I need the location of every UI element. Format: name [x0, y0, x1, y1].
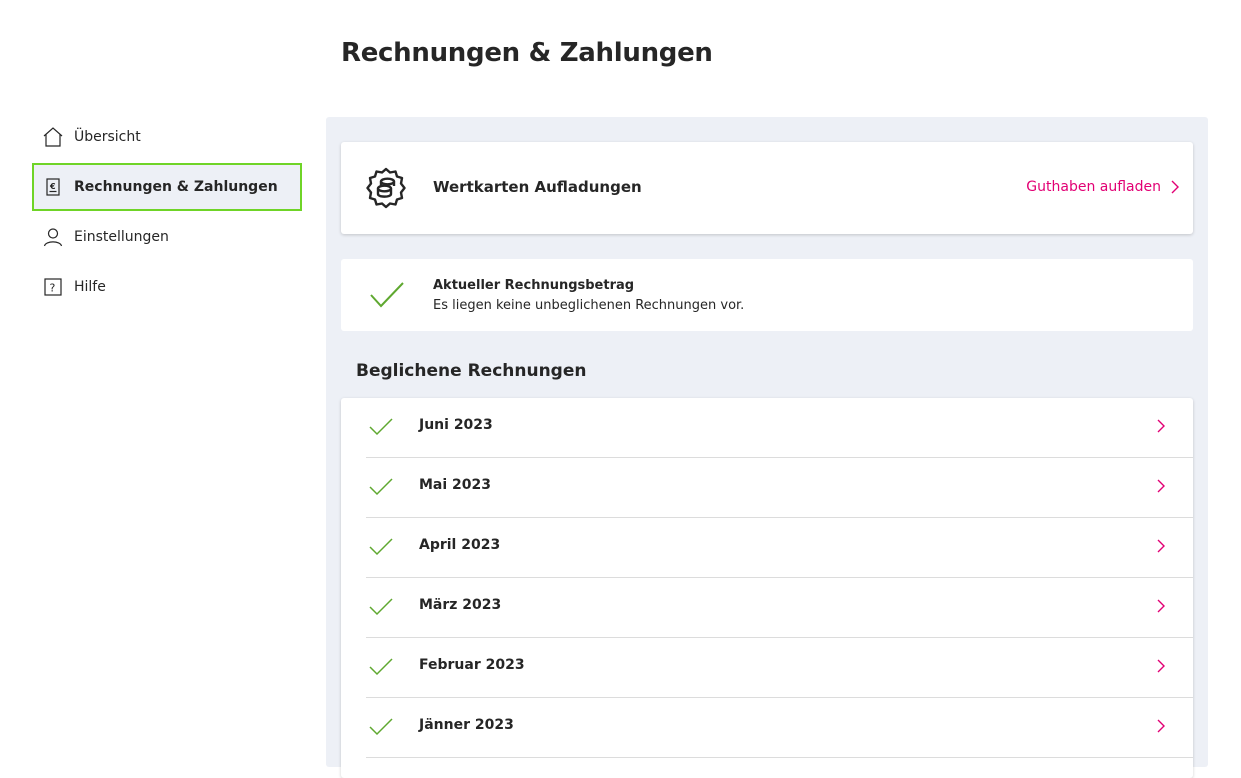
- sidebar-item-label: Übersicht: [74, 129, 141, 145]
- topup-label: Wertkarten Aufladungen: [433, 178, 642, 196]
- list-item[interactable]: April 2023: [366, 518, 1193, 578]
- topup-action-link[interactable]: Guthaben aufladen: [1026, 179, 1179, 195]
- sidebar-item-label: Einstellungen: [74, 229, 169, 245]
- chevron-right-icon: [1157, 659, 1165, 673]
- invoice-euro-icon: €: [42, 176, 64, 198]
- svg-text:?: ?: [50, 282, 56, 295]
- paid-bills-list: Juni 2023 Mai 2023 April 2023 März 2023 …: [341, 398, 1193, 778]
- chevron-right-icon: [1157, 539, 1165, 553]
- check-icon: [369, 418, 393, 436]
- check-icon: [370, 282, 404, 308]
- current-bill-title: Aktueller Rechnungsbetrag: [433, 278, 635, 293]
- check-icon: [369, 538, 393, 556]
- chevron-right-icon: [1157, 599, 1165, 613]
- list-item[interactable]: Jänner 2023: [366, 698, 1193, 758]
- check-icon: [369, 598, 393, 616]
- page-title: Rechnungen & Zahlungen: [341, 38, 713, 68]
- sidebar-item-uebersicht[interactable]: Übersicht: [32, 113, 302, 161]
- topup-action-label: Guthaben aufladen: [1026, 179, 1161, 195]
- sidebar-item-label: Hilfe: [74, 279, 106, 295]
- home-icon: [42, 126, 64, 148]
- svg-text:€: €: [49, 182, 56, 191]
- list-item[interactable]: März 2023: [366, 578, 1193, 638]
- list-item-label: Juni 2023: [419, 417, 493, 433]
- coins-icon: [365, 167, 407, 213]
- list-item[interactable]: Mai 2023: [366, 458, 1193, 518]
- sidebar-item-rechnungen[interactable]: € Rechnungen & Zahlungen: [32, 163, 302, 211]
- chevron-right-icon: [1157, 419, 1165, 433]
- list-item-label: Februar 2023: [419, 657, 525, 673]
- current-bill-text: Es liegen keine unbeglichenen Rechnungen…: [433, 298, 745, 313]
- main-panel: Wertkarten Aufladungen Guthaben aufladen…: [326, 117, 1208, 778]
- list-item-label: Jänner 2023: [419, 717, 514, 733]
- chevron-right-icon: [1171, 180, 1179, 194]
- sidebar-item-hilfe[interactable]: ? Hilfe: [32, 263, 302, 311]
- check-icon: [369, 658, 393, 676]
- chevron-right-icon: [1157, 719, 1165, 733]
- chevron-right-icon: [1157, 479, 1165, 493]
- list-item[interactable]: Februar 2023: [366, 638, 1193, 698]
- user-icon: [42, 226, 64, 248]
- check-icon: [369, 478, 393, 496]
- help-icon: ?: [42, 276, 64, 298]
- list-item-label: Mai 2023: [419, 477, 492, 493]
- paid-bills-title: Beglichene Rechnungen: [356, 361, 587, 381]
- current-bill-card: Aktueller Rechnungsbetrag Es liegen kein…: [341, 259, 1193, 331]
- sidebar-item-label: Rechnungen & Zahlungen: [74, 179, 278, 195]
- list-item[interactable]: Juni 2023: [366, 398, 1193, 458]
- check-icon: [369, 718, 393, 736]
- sidebar-item-einstellungen[interactable]: Einstellungen: [32, 213, 302, 261]
- list-item-label: April 2023: [419, 537, 501, 553]
- topup-card: Wertkarten Aufladungen Guthaben aufladen: [341, 142, 1193, 234]
- list-item-label: März 2023: [419, 597, 502, 613]
- sidebar-nav: Übersicht € Rechnungen & Zahlungen Einst…: [32, 113, 302, 313]
